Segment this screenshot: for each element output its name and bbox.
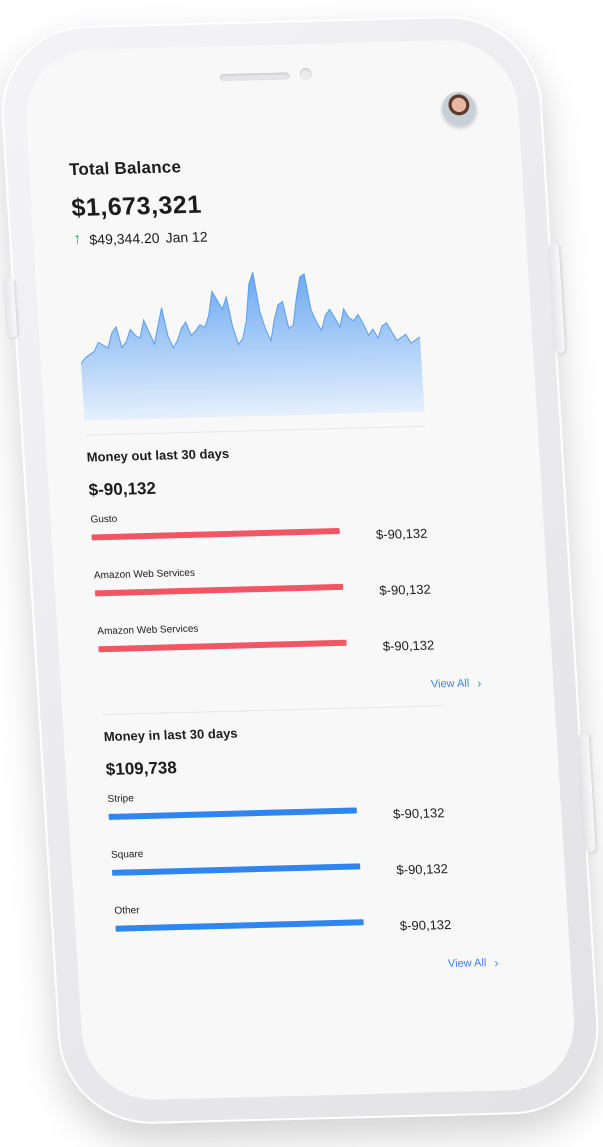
txn-amount: $-90,132 (396, 861, 449, 878)
txn-bar (91, 527, 340, 541)
list-item[interactable]: Amazon Web Services $-90,132 (94, 560, 498, 626)
balance-title: Total Balance (68, 157, 182, 180)
avatar[interactable] (441, 91, 478, 127)
view-all-label: View All (430, 677, 470, 691)
money-in-amount: $109,738 (105, 758, 178, 780)
list-item[interactable]: Square $-90,132 (111, 839, 515, 905)
money-in-title: Money in last 30 days (103, 725, 238, 745)
txn-amount: $-90,132 (399, 916, 452, 934)
txn-amount: $-90,132 (382, 637, 435, 654)
balance-area (81, 272, 425, 421)
txn-label: Amazon Web Services (97, 623, 199, 638)
chevron-right-icon: › (493, 955, 499, 970)
money-in-section: Money in last 30 days $109,738 Stripe $-… (103, 719, 518, 980)
money-out-section: Money out last 30 days $-90,132 Gusto $-… (86, 439, 501, 700)
mute-switch (3, 277, 18, 338)
delta-date: Jan 12 (165, 228, 209, 246)
delta-value: $49,344.20 (88, 229, 161, 248)
view-all-label: View All (447, 957, 487, 971)
list-item[interactable]: Amazon Web Services $-90,132 (97, 616, 501, 682)
main-content: Total Balance $1,673,321 ↑ $49,344.20 Ja… (69, 150, 520, 990)
txn-bar (111, 863, 361, 876)
money-out-title: Money out last 30 days (86, 445, 230, 465)
txn-label: Other (114, 905, 140, 917)
txn-label: Gusto (90, 513, 118, 526)
speaker-grille (219, 72, 291, 82)
list-item[interactable]: Gusto $-90,132 (90, 504, 494, 570)
txn-label: Square (110, 849, 144, 861)
divider (85, 425, 426, 436)
divider (102, 705, 443, 716)
camera-icon (299, 67, 313, 81)
app-stage: Total Balance $1,673,321 ↑ $49,344.20 Ja… (0, 0, 603, 1147)
txn-bar (115, 919, 364, 932)
money-out-amount: $-90,132 (88, 478, 157, 500)
phone-frame: Total Balance $1,673,321 ↑ $49,344.20 Ja… (0, 13, 603, 1127)
phone-screen: Total Balance $1,673,321 ↑ $49,344.20 Ja… (21, 38, 579, 1102)
balance-chart-svg (80, 272, 425, 421)
txn-bar (98, 639, 347, 653)
txn-label: Amazon Web Services (93, 567, 196, 582)
txn-amount: $-90,132 (375, 525, 428, 543)
balance-chart (75, 262, 425, 421)
volume-button (578, 732, 596, 853)
arrow-up-icon: ↑ (72, 230, 82, 249)
txn-bar (108, 807, 357, 820)
list-item[interactable]: Stripe $-90,132 (107, 784, 511, 850)
txn-bar (94, 583, 344, 597)
power-button (548, 243, 566, 354)
balance-amount: $1,673,321 (70, 190, 203, 223)
chevron-right-icon: › (476, 676, 482, 691)
txn-amount: $-90,132 (392, 805, 445, 822)
txn-amount: $-90,132 (378, 581, 432, 598)
balance-delta: ↑ $49,344.20 Jan 12 (73, 221, 474, 249)
txn-label: Stripe (107, 793, 135, 805)
list-item[interactable]: Other $-90,132 (114, 895, 518, 961)
